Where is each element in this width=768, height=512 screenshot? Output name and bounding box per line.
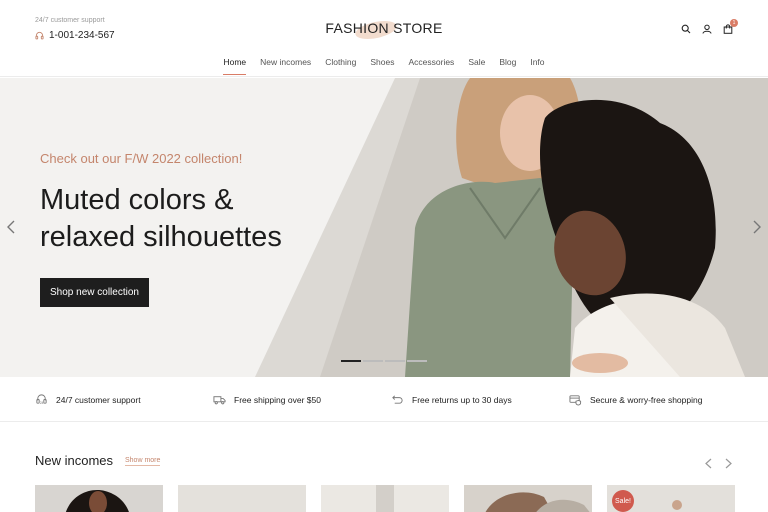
product-card[interactable] [35,485,163,512]
svg-text:24: 24 [40,401,44,405]
nav-item-new-incomes[interactable]: New incomes [260,57,311,75]
slider-dot[interactable] [407,360,427,362]
hero-title-line-2: relaxed silhouettes [40,221,282,253]
logo-text: FASHION STORE [325,20,443,36]
product-card[interactable] [178,485,306,512]
hero-title-line-1: Muted colors & [40,184,234,216]
hero-slider: Check out our F/W 2022 collection! Muted… [0,78,768,377]
chevron-left-icon [704,458,711,468]
slider-dots [341,360,427,362]
product-card[interactable] [321,485,449,512]
chevron-right-icon [725,458,732,468]
nav-item-sale[interactable]: Sale [468,57,485,75]
nav-item-clothing[interactable]: Clothing [325,57,356,75]
products-next-button[interactable] [723,456,733,470]
secure-icon [569,395,582,406]
search-icon [681,24,691,34]
show-more-link[interactable]: Show more [125,457,161,466]
product-image [321,485,449,512]
feature-label: Free returns up to 30 days [412,394,512,405]
feature-secure: Secure & worry-free shopping [569,393,702,406]
feature-shipping: Free shipping over $50 [213,393,321,406]
slider-dot[interactable] [341,360,361,362]
main-nav: Home New incomes Clothing Shoes Accessor… [0,57,768,75]
feature-label: 24/7 customer support [56,394,141,405]
products-prev-button[interactable] [703,456,713,470]
sale-badge: Sale! [612,490,634,512]
logo[interactable]: FASHION STORE [0,17,768,43]
support-icon: 24 [36,394,47,405]
product-image [464,485,592,512]
header-icons: 1 [681,19,738,34]
hero-title: Muted colors & relaxed silhouettes [40,182,340,256]
product-image [35,485,163,512]
site-header: 24/7 customer support 1-001-234-567 FASH… [0,0,768,77]
feature-returns: Free returns up to 30 days [391,393,512,406]
hero-next-button[interactable] [750,218,764,236]
account-button[interactable] [702,24,712,34]
feature-support: 24 24/7 customer support [35,393,141,406]
features-bar: 24 24/7 customer support Free shipping o… [0,378,768,422]
chevron-right-icon [753,220,761,234]
nav-item-shoes[interactable]: Shoes [370,57,394,75]
shop-new-collection-button[interactable]: Shop new collection [40,278,149,307]
slider-dot[interactable] [385,360,405,362]
hero-eyebrow: Check out our F/W 2022 collection! [40,151,243,166]
nav-item-home[interactable]: Home [223,57,246,75]
feature-label: Secure & worry-free shopping [590,394,703,405]
product-card[interactable] [464,485,592,512]
product-image [178,485,306,512]
nav-item-info[interactable]: Info [530,57,544,75]
chevron-left-icon [7,220,15,234]
cart-button[interactable]: 1 [723,19,738,34]
nav-item-blog[interactable]: Blog [499,57,516,75]
hero-prev-button[interactable] [4,218,18,236]
feature-label: Free shipping over $50 [234,394,321,405]
return-icon [392,395,403,404]
search-button[interactable] [681,24,691,34]
slider-dot[interactable] [363,360,383,362]
nav-item-accessories[interactable]: Accessories [408,57,454,75]
cart-count-badge: 1 [730,19,738,27]
product-card[interactable]: Sale! [607,485,735,512]
user-icon [702,24,712,34]
product-list: Sale! [35,485,735,512]
section-title: New incomes [35,453,114,468]
truck-icon [213,396,226,405]
